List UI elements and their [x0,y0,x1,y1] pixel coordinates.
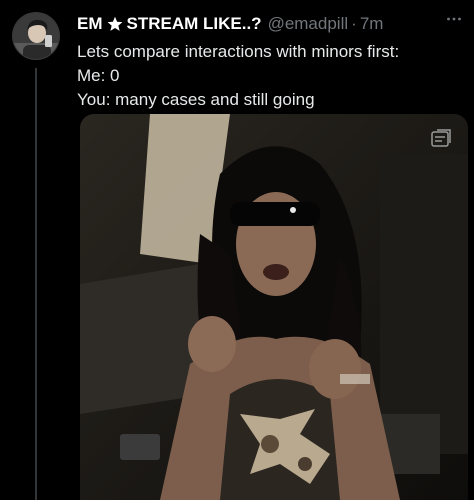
tweet-text: Lets compare interactions with minors fi… [77,40,467,112]
avatar-photo [13,13,59,59]
gif-badge-icon [431,129,451,147]
timestamp[interactable]: 7m [360,12,384,36]
tweet-media[interactable] [80,114,468,500]
avatar[interactable] [12,12,60,60]
separator: · [351,14,357,33]
tweet-line: You: many cases and still going [77,90,315,109]
tweet-header: EM STREAM LIKE..? @emadpill · 7m [77,12,464,36]
user-handle[interactable]: @emadpill [268,12,349,36]
more-horizontal-icon[interactable] [446,16,462,22]
star-icon [107,16,122,31]
display-name-suffix[interactable]: STREAM LIKE..? [127,12,262,36]
tweet-line: Lets compare interactions with minors fi… [77,42,400,61]
display-name[interactable]: EM [77,12,103,36]
thread-connector-line [35,68,37,500]
media-image [80,114,468,500]
tweet-line: Me: 0 [77,66,120,85]
